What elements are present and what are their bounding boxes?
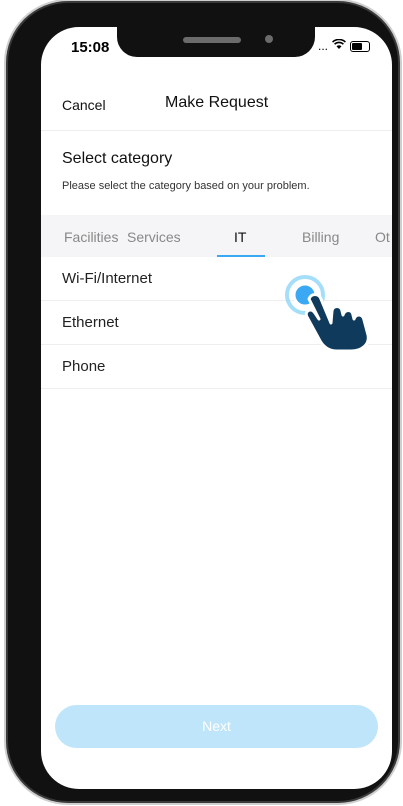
category-tabs: Facilities Services IT Billing Ot	[41, 215, 392, 257]
wifi-icon	[332, 38, 346, 53]
page-title: Make Request	[165, 94, 269, 111]
phone-screen: 15:08 ... Cancel Make Request Select cat…	[41, 27, 392, 789]
status-icons: ...	[317, 38, 370, 53]
header-divider	[41, 130, 392, 131]
speaker	[183, 37, 241, 43]
tab-facilities[interactable]: Facilities	[64, 229, 118, 245]
section-subtitle: Please select the category based on your…	[62, 180, 310, 192]
front-camera	[265, 35, 273, 43]
list-item-label: Ethernet	[62, 314, 119, 331]
list-item-label: Phone	[62, 358, 106, 375]
notch	[117, 27, 315, 57]
list-item-label: Wi-Fi/Internet	[62, 270, 153, 287]
list-item-phone[interactable]: Phone	[41, 345, 392, 389]
cancel-button[interactable]: Cancel	[62, 97, 106, 113]
tab-it[interactable]: IT	[234, 229, 246, 245]
tab-other[interactable]: Ot	[375, 229, 390, 245]
tab-services[interactable]: Services	[127, 229, 181, 245]
tap-hand-icon	[285, 275, 370, 351]
signal-icon: ...	[317, 39, 328, 53]
tab-billing[interactable]: Billing	[302, 229, 339, 245]
section-title: Select category	[62, 150, 173, 167]
phone-frame: 15:08 ... Cancel Make Request Select cat…	[8, 3, 398, 801]
nav-bar: Cancel Make Request	[41, 91, 392, 117]
next-button[interactable]: Next	[55, 705, 378, 748]
status-time: 15:08	[71, 39, 110, 56]
battery-icon	[350, 40, 370, 52]
